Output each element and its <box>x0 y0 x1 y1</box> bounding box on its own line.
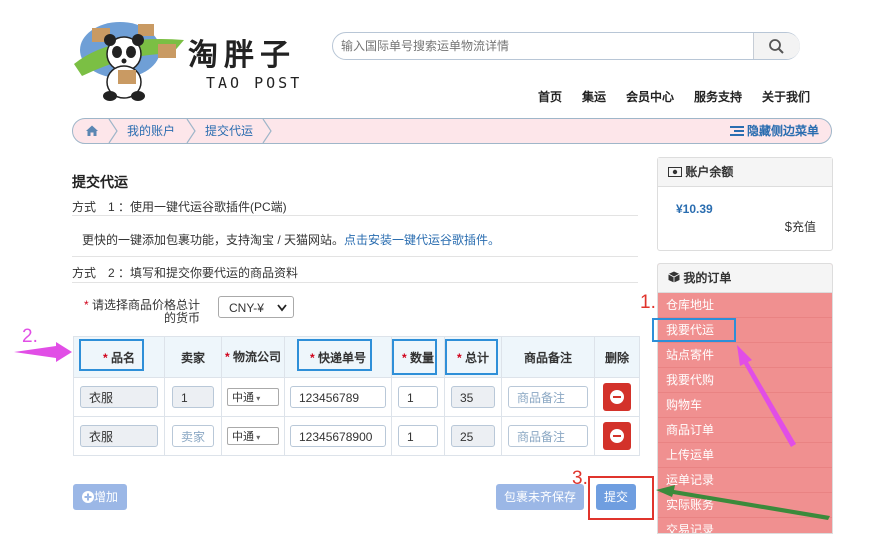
arrow-annotation-2 <box>14 342 72 362</box>
arrow-annotation-sidebar <box>737 345 796 447</box>
arrow-annotation-submit <box>656 485 830 520</box>
annotation-arrows <box>14 342 830 520</box>
